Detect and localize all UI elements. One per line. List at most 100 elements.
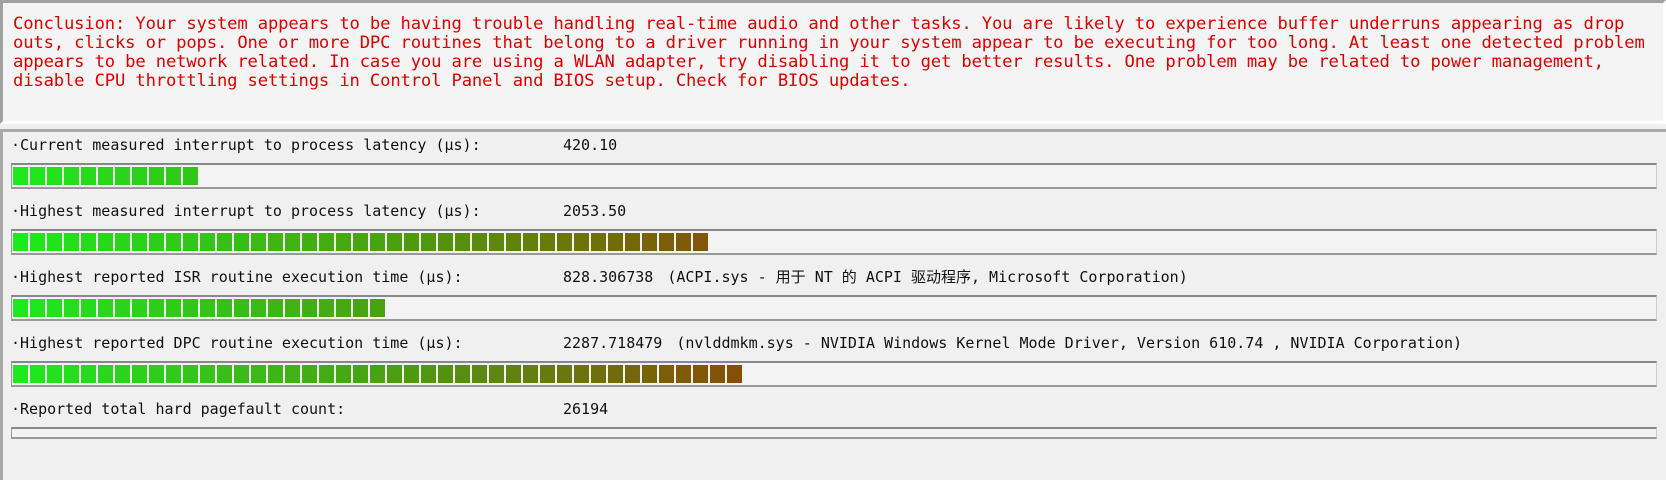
bar-segment (676, 365, 691, 383)
conclusion-text: Conclusion: Your system appears to be ha… (13, 14, 1645, 91)
bar-segment (98, 365, 113, 383)
bar-segment (234, 365, 249, 383)
metric-label: ·Reported total hard pagefault count: (11, 400, 346, 418)
bar-segment (13, 365, 28, 383)
latency-bar-fill (13, 365, 742, 383)
bar-segment (81, 299, 96, 317)
bar-segment (64, 299, 79, 317)
latency-bar-fill (13, 299, 385, 317)
bar-segment (319, 365, 334, 383)
bar-segment (336, 365, 351, 383)
bar-segment (353, 233, 368, 251)
bar-segment (370, 233, 385, 251)
bar-segment (30, 167, 45, 185)
bar-segment (149, 365, 164, 383)
bar-segment (217, 299, 232, 317)
bar-segment (421, 233, 436, 251)
latency-bar (11, 361, 1657, 387)
bar-segment (268, 299, 283, 317)
bar-segment (557, 233, 572, 251)
bar-segment (642, 365, 657, 383)
conclusion-panel: Conclusion: Your system appears to be ha… (0, 0, 1666, 124)
bar-segment (574, 233, 589, 251)
bar-segment (608, 233, 623, 251)
bar-segment (370, 299, 385, 317)
bar-segment (489, 365, 504, 383)
bar-segment (455, 233, 470, 251)
latency-bar-fill (13, 233, 708, 251)
bar-segment (421, 365, 436, 383)
bar-segment (166, 167, 181, 185)
bar-segment (523, 233, 538, 251)
bar-segment (336, 233, 351, 251)
metric-label: ·Current measured interrupt to process l… (11, 136, 481, 154)
latency-bar (11, 295, 1657, 321)
bar-segment (183, 365, 198, 383)
bar-segment (183, 167, 198, 185)
latency-bar (11, 163, 1657, 189)
bar-segment (30, 299, 45, 317)
bar-segment (625, 365, 640, 383)
bar-segment (13, 167, 28, 185)
metric-value: 2053.50 (563, 202, 627, 220)
bar-segment (81, 233, 96, 251)
bar-segment (302, 299, 317, 317)
bar-segment (149, 167, 164, 185)
metric-value-group: 2287.718479 (nvlddmkm.sys - NVIDIA Window… (563, 333, 1462, 353)
bar-segment (98, 167, 113, 185)
bar-segment (132, 365, 147, 383)
bar-segment (81, 365, 96, 383)
bar-segment (642, 233, 657, 251)
bar-segment (115, 233, 130, 251)
bar-segment (183, 233, 198, 251)
bar-segment (30, 365, 45, 383)
bar-segment (540, 233, 555, 251)
bar-segment (234, 233, 249, 251)
bar-segment (438, 365, 453, 383)
bar-segment (285, 365, 300, 383)
bar-segment (523, 365, 538, 383)
bar-segment (200, 233, 215, 251)
bar-segment (47, 299, 62, 317)
bar-segment (387, 233, 402, 251)
metric-detail: (nvlddmkm.sys - NVIDIA Windows Kernel Mo… (676, 334, 1463, 352)
bar-segment (13, 299, 28, 317)
pagefault-bar (11, 427, 1657, 439)
bar-segment (455, 365, 470, 383)
bar-segment (387, 365, 402, 383)
bar-segment (625, 233, 640, 251)
bar-segment (13, 233, 28, 251)
metric-label: ·Highest measured interrupt to process l… (11, 202, 481, 220)
bar-segment (710, 365, 725, 383)
bar-segment (285, 233, 300, 251)
bar-segment (149, 299, 164, 317)
bar-segment (30, 233, 45, 251)
bar-segment (574, 365, 589, 383)
metrics-panel: ·Current measured interrupt to process l… (0, 129, 1666, 480)
bar-segment (115, 299, 130, 317)
bar-segment (47, 365, 62, 383)
metric-detail: (ACPI.sys - 用于 NT 的 ACPI 驱动程序, Microsoft… (667, 268, 1188, 286)
bar-segment (557, 365, 572, 383)
bar-segment (353, 365, 368, 383)
metric-value: 2287.718479 (563, 334, 663, 352)
bar-segment (132, 233, 147, 251)
bar-segment (200, 299, 215, 317)
bar-segment (302, 233, 317, 251)
bar-segment (81, 167, 96, 185)
bar-segment (506, 365, 521, 383)
bar-segment (64, 167, 79, 185)
metric-label: ·Highest reported ISR routine execution … (11, 268, 463, 286)
metric-label: ·Highest reported DPC routine execution … (11, 334, 463, 352)
bar-segment (166, 299, 181, 317)
metric-value-group: 828.306738 (ACPI.sys - 用于 NT 的 ACPI 驱动程序,… (563, 267, 1188, 287)
bar-segment (64, 233, 79, 251)
bar-segment (659, 233, 674, 251)
bar-segment (166, 233, 181, 251)
bar-segment (693, 233, 708, 251)
bar-segment (472, 233, 487, 251)
bar-segment (132, 299, 147, 317)
bar-segment (472, 365, 487, 383)
bar-segment (217, 233, 232, 251)
bar-segment (370, 365, 385, 383)
